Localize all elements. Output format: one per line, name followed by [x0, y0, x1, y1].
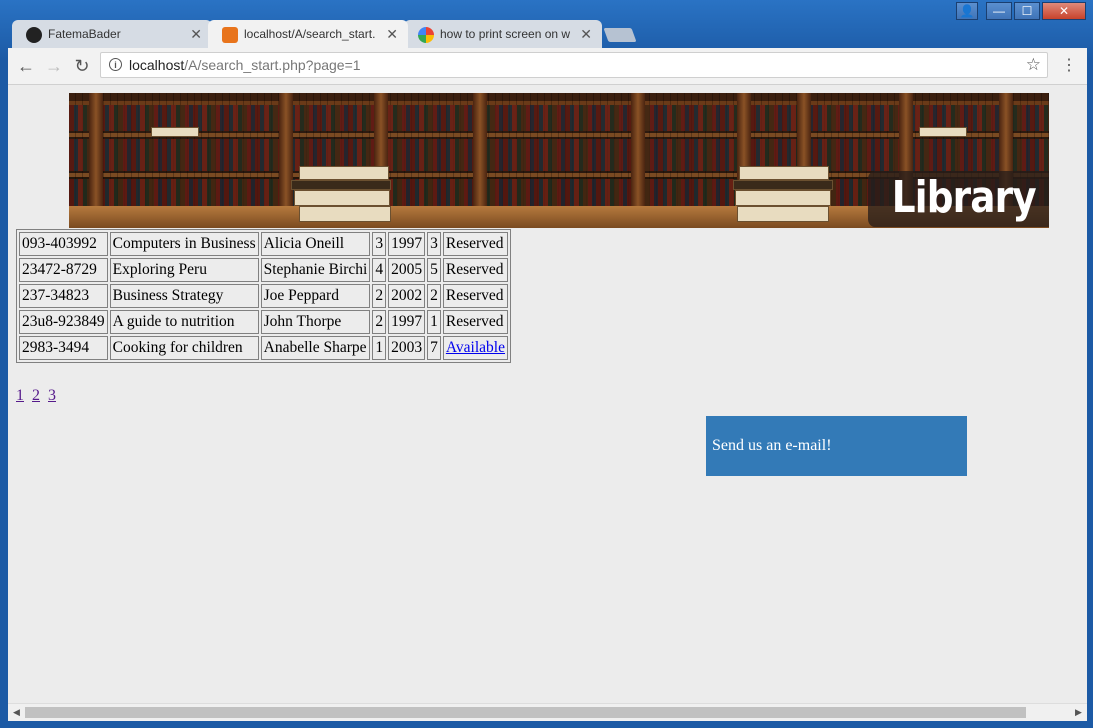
close-tab-icon[interactable]: ✕: [386, 20, 398, 48]
cell-status: Reserved: [442, 284, 508, 308]
cell-status: Available: [442, 336, 508, 360]
scroll-left-icon[interactable]: ◀: [8, 704, 25, 721]
cell-c1: 2: [372, 284, 387, 308]
cell-c1: 1: [372, 336, 387, 360]
cell-year: 1997: [388, 232, 426, 256]
cell-status: Reserved: [442, 232, 508, 256]
table-row: 093-403992 Computers in Business Alicia On…: [19, 232, 508, 256]
table-row: 23u8-923849 A guide to nutrition John Thor…: [19, 310, 508, 334]
tab-google[interactable]: how to print screen on w ✕: [404, 20, 602, 48]
tab-localhost[interactable]: localhost/A/search_start. ✕: [208, 20, 408, 48]
cell-isbn: 093-403992: [19, 232, 108, 256]
cell-isbn: 237-34823: [19, 284, 108, 308]
back-button[interactable]: ←: [16, 56, 36, 76]
table-row: 2983-3494 Cooking for children Anabelle Sh…: [19, 336, 508, 360]
page-content: Library 093-403992 Computers in Business A…: [8, 85, 1087, 703]
horizontal-scrollbar[interactable]: ◀ ▶: [8, 703, 1087, 721]
cell-c2: 1: [427, 310, 441, 334]
cell-status: Reserved: [442, 310, 508, 334]
cell-title: Computers in Business: [109, 232, 259, 256]
cell-c2: 3: [427, 232, 441, 256]
reload-button[interactable]: ↻: [72, 56, 92, 76]
cell-author: Anabelle Sharpe: [260, 336, 371, 360]
cell-c1: 4: [372, 258, 387, 282]
available-link[interactable]: Available: [446, 339, 505, 356]
cell-c2: 5: [427, 258, 441, 282]
scroll-right-icon[interactable]: ▶: [1070, 704, 1087, 721]
cell-author: Alicia Oneill: [260, 232, 371, 256]
page-link-3[interactable]: 3: [48, 387, 56, 404]
cell-title: Business Strategy: [109, 284, 259, 308]
cell-isbn: 23u8-923849: [19, 310, 108, 334]
tab-title: how to print screen on w: [440, 27, 571, 41]
pagination: 1 2 3: [16, 387, 60, 405]
tab-github[interactable]: FatemaBader ✕: [12, 20, 212, 48]
cell-c2: 2: [427, 284, 441, 308]
send-email-box[interactable]: Send us an e-mail!: [706, 416, 967, 476]
close-tab-icon[interactable]: ✕: [190, 20, 202, 48]
xampp-icon: [222, 27, 238, 43]
cell-c1: 3: [372, 232, 387, 256]
address-url: localhost/A/search_start.php?page=1: [129, 57, 361, 73]
cell-isbn: 2983-3494: [19, 336, 108, 360]
tab-strip: FatemaBader ✕ localhost/A/search_start. …: [8, 18, 1088, 48]
cell-title: Cooking for children: [109, 336, 259, 360]
tab-title: localhost/A/search_start.: [244, 27, 376, 41]
library-logo-text: Library: [867, 171, 1049, 227]
info-icon[interactable]: i: [109, 58, 122, 71]
forward-button[interactable]: →: [44, 56, 64, 76]
library-banner: Library: [69, 93, 1049, 228]
cell-c2: 7: [427, 336, 441, 360]
cell-c1: 2: [372, 310, 387, 334]
table-row: 23472-8729 Exploring Peru Stephanie Birchi…: [19, 258, 508, 282]
bookmark-star-icon[interactable]: ☆: [1026, 53, 1041, 77]
cell-title: Exploring Peru: [109, 258, 259, 282]
google-icon: [418, 27, 434, 43]
address-bar[interactable]: i localhost/A/search_start.php?page=1 ☆: [100, 52, 1048, 78]
cell-year: 2005: [388, 258, 426, 282]
browser-toolbar: ← → ↻ i localhost/A/search_start.php?pag…: [8, 48, 1087, 85]
cell-author: Stephanie Birchi: [260, 258, 371, 282]
cell-title: A guide to nutrition: [109, 310, 259, 334]
cell-author: John Thorpe: [260, 310, 371, 334]
cell-year: 1997: [388, 310, 426, 334]
browser-menu-icon[interactable]: ⋮: [1061, 56, 1077, 76]
browser-window: — ☐ ✕ 👤 FatemaBader ✕ localhost/A/search…: [0, 0, 1093, 728]
cell-year: 2003: [388, 336, 426, 360]
cell-author: Joe Peppard: [260, 284, 371, 308]
page-link-2[interactable]: 2: [32, 387, 40, 404]
close-tab-icon[interactable]: ✕: [580, 20, 592, 48]
search-results-table: 093-403992 Computers in Business Alicia On…: [16, 229, 511, 363]
cell-status: Reserved: [442, 258, 508, 282]
page-link-1[interactable]: 1: [16, 387, 24, 404]
tab-title: FatemaBader: [48, 27, 121, 41]
table-row: 237-34823 Business Strategy Joe Peppard 2 20…: [19, 284, 508, 308]
github-icon: [26, 27, 42, 43]
new-tab-button[interactable]: [603, 28, 637, 42]
scrollbar-thumb[interactable]: [25, 707, 1026, 718]
cell-year: 2002: [388, 284, 426, 308]
cell-isbn: 23472-8729: [19, 258, 108, 282]
